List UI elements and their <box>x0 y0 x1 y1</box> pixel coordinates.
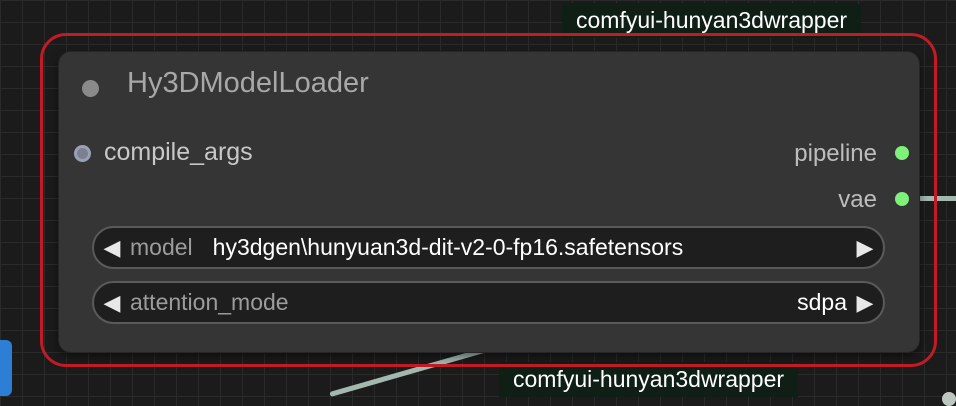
neighbor-node-edge <box>0 340 12 396</box>
neighbor-slot <box>942 392 956 406</box>
group-title-bottom[interactable]: comfyui-hunyan3dwrapper <box>499 362 799 397</box>
selection-outline <box>40 33 937 367</box>
